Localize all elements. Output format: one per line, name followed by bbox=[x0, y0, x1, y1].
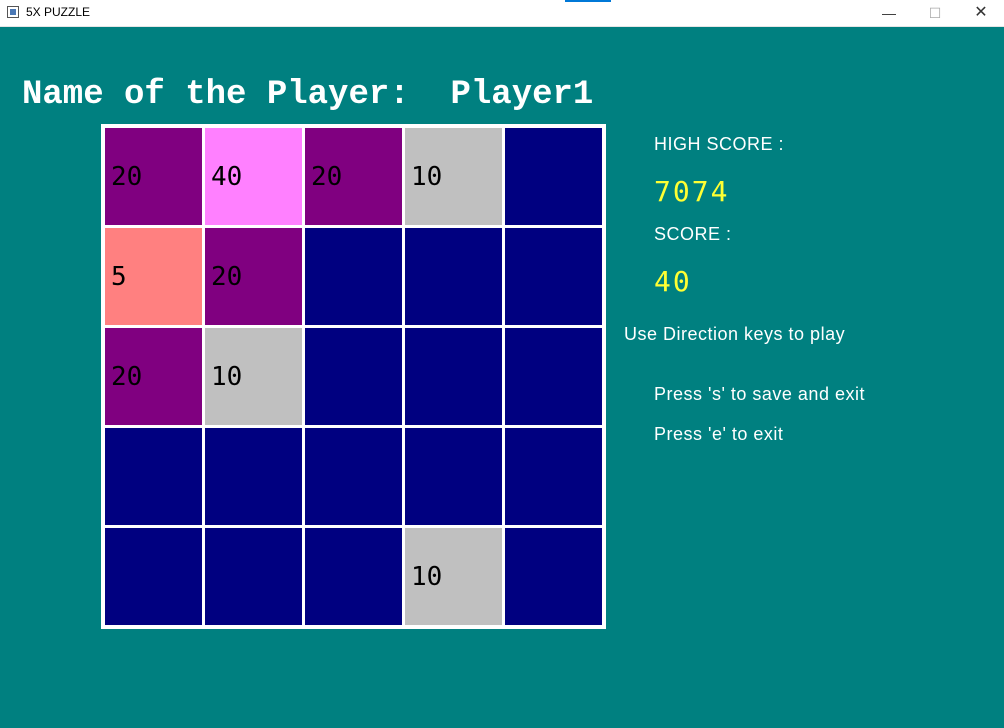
maximize-icon[interactable]: ☐ bbox=[912, 0, 958, 26]
player-name-heading: Name of the Player: Player1 bbox=[22, 76, 593, 114]
tile-r3-c3 bbox=[305, 328, 402, 425]
tile-r4-c2 bbox=[205, 428, 302, 525]
tile-r5-c1 bbox=[105, 528, 202, 625]
tile-r5-c5 bbox=[505, 528, 602, 625]
tile-value: 20 bbox=[111, 362, 143, 392]
tile-r3-c5 bbox=[505, 328, 602, 425]
taskbar-accent bbox=[565, 0, 611, 2]
tile-r2-c1: 5 bbox=[105, 228, 202, 325]
tile-value: 20 bbox=[311, 162, 343, 192]
tile-r2-c2: 20 bbox=[205, 228, 302, 325]
exit-hint-text: Press 'e' to exit bbox=[654, 424, 784, 444]
tile-value: 10 bbox=[211, 362, 243, 392]
close-icon[interactable]: ✕ bbox=[958, 0, 1004, 26]
app-icon bbox=[7, 6, 19, 18]
tile-value: 10 bbox=[411, 562, 443, 592]
tile-value: 10 bbox=[411, 162, 443, 192]
tile-r4-c4 bbox=[405, 428, 502, 525]
high-score-label: HIGH SCORE : bbox=[654, 134, 785, 154]
tile-r2-c4 bbox=[405, 228, 502, 325]
tile-r1-c2: 40 bbox=[205, 128, 302, 225]
tile-r4-c5 bbox=[505, 428, 602, 525]
tile-value: 20 bbox=[111, 162, 143, 192]
tile-value: 40 bbox=[211, 162, 243, 192]
tile-r1-c3: 20 bbox=[305, 128, 402, 225]
tile-r3-c4 bbox=[405, 328, 502, 425]
tile-value: 20 bbox=[211, 262, 243, 292]
score-value: 40 bbox=[654, 265, 692, 298]
tile-value: 5 bbox=[111, 262, 127, 292]
high-score-value: 7074 bbox=[654, 175, 730, 208]
tile-r3-c1: 20 bbox=[105, 328, 202, 425]
tile-r4-c3 bbox=[305, 428, 402, 525]
minimize-icon[interactable]: — bbox=[866, 0, 912, 26]
tile-r4-c1 bbox=[105, 428, 202, 525]
player-name: Player1 bbox=[450, 76, 594, 114]
tile-r2-c5 bbox=[505, 228, 602, 325]
save-hint-text: Press 's' to save and exit bbox=[654, 384, 865, 404]
game-board[interactable]: 20 40 20 10 5 20 20 10 10 bbox=[101, 124, 606, 629]
tile-r5-c2 bbox=[205, 528, 302, 625]
score-label: SCORE : bbox=[654, 224, 732, 244]
tile-r1-c5 bbox=[505, 128, 602, 225]
tile-r3-c2: 10 bbox=[205, 328, 302, 425]
title-bar: 5X PUZZLE — ☐ ✕ bbox=[0, 0, 1004, 27]
tile-r2-c3 bbox=[305, 228, 402, 325]
tile-r1-c1: 20 bbox=[105, 128, 202, 225]
window-title: 5X PUZZLE bbox=[26, 5, 91, 19]
tile-r5-c3 bbox=[305, 528, 402, 625]
instructions-text: Use Direction keys to play bbox=[624, 324, 846, 344]
tile-r1-c4: 10 bbox=[405, 128, 502, 225]
player-name-label: Name of the Player: bbox=[22, 76, 410, 114]
tile-r5-c4: 10 bbox=[405, 528, 502, 625]
